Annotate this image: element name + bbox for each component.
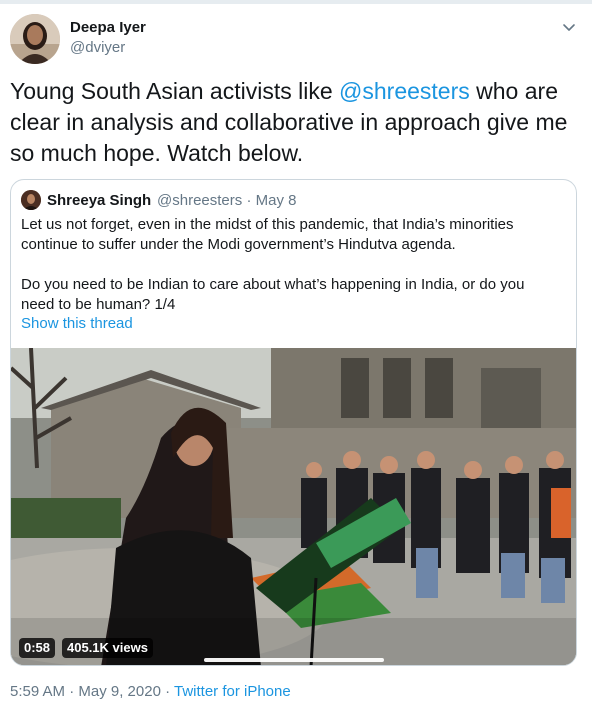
- quoted-name[interactable]: Shreeya Singh: [47, 192, 151, 209]
- video-duration-badge: 0:58: [19, 638, 56, 658]
- tweet-text-before: Young South Asian activists like: [10, 78, 340, 104]
- video-views-badge: 405.1K views: [62, 638, 153, 658]
- quoted-body: Let us not forget, even in the midst of …: [21, 215, 561, 315]
- author-name[interactable]: Deepa Iyer: [70, 19, 146, 36]
- tweet-timestamp[interactable]: 5:59 AM · May 9, 2020 ·: [10, 683, 174, 700]
- top-divider: [0, 0, 592, 4]
- tweet-text: Young South Asian activists like @shrees…: [10, 76, 580, 169]
- quoted-paragraph-1: Let us not forget, even in the midst of …: [21, 216, 514, 253]
- mention-link[interactable]: @shreesters: [339, 78, 470, 104]
- quoted-paragraph-2: Do you need to be Indian to care about w…: [21, 276, 525, 313]
- quoted-avatar[interactable]: [21, 190, 41, 210]
- author-avatar[interactable]: [10, 14, 60, 64]
- quoted-meta: @shreesters · May 8: [157, 192, 296, 209]
- author-handle[interactable]: @dviyer: [70, 39, 125, 56]
- chevron-down-icon[interactable]: [560, 18, 578, 36]
- tweet-source[interactable]: Twitter for iPhone: [174, 683, 291, 700]
- video-progress-bar[interactable]: [204, 658, 384, 662]
- video-player[interactable]: 0:58 405.1K views: [11, 348, 576, 665]
- quoted-tweet[interactable]: Shreeya Singh @shreesters · May 8 Let us…: [10, 179, 577, 666]
- quoted-date[interactable]: · May 8: [246, 192, 296, 209]
- tweet-footer: 5:59 AM · May 9, 2020 · Twitter for iPho…: [10, 683, 291, 700]
- video-frame: [11, 348, 576, 665]
- tweet-card: Deepa Iyer @dviyer Young South Asian act…: [0, 0, 592, 706]
- quoted-handle[interactable]: @shreesters: [157, 192, 242, 209]
- show-thread-link[interactable]: Show this thread: [21, 315, 133, 332]
